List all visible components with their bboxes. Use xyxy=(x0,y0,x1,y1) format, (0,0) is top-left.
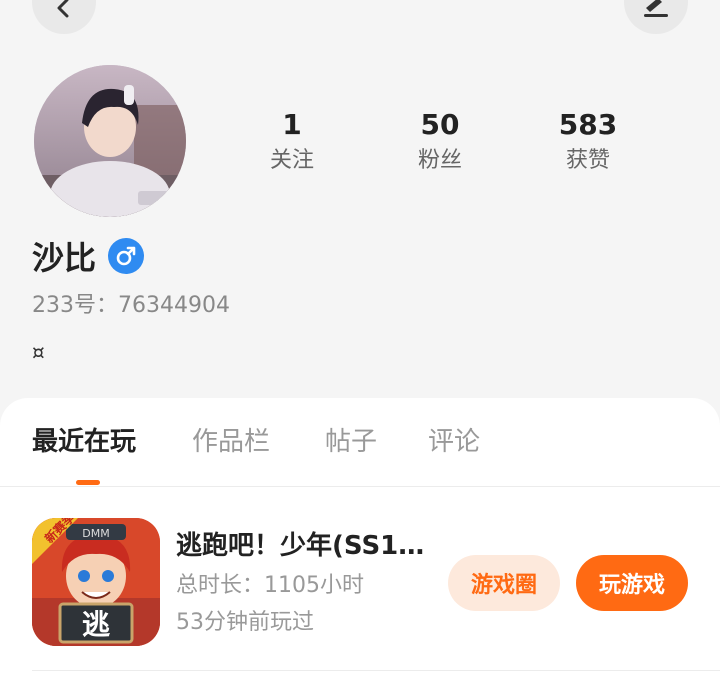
chevron-left-icon xyxy=(57,0,69,18)
tab-recently-played[interactable]: 最近在玩 xyxy=(32,424,136,460)
game-icon-brand: DMM xyxy=(82,527,109,540)
profile-page: 1 关注 50 粉丝 583 获赞 沙比 233号：76344904 ¤ 最近在… xyxy=(0,0,720,678)
user-id: 233号：76344904 xyxy=(32,293,230,318)
game-duration: 总时长：1105小时 xyxy=(176,573,364,598)
game-title[interactable]: 逃跑吧！少年(SS1… xyxy=(176,528,428,564)
avatar[interactable] xyxy=(34,65,186,217)
stat-likes[interactable]: 583 获赞 xyxy=(528,108,648,176)
stat-likes-label: 获赞 xyxy=(565,148,610,173)
edit-profile-button[interactable] xyxy=(624,0,688,34)
tab-bar: 最近在玩 作品栏 帖子 评论 xyxy=(0,398,720,487)
stat-fans[interactable]: 50 粉丝 xyxy=(380,108,500,176)
stat-fans-value: 50 xyxy=(420,108,460,141)
game-icon-art: DMM 逃 新赛季 xyxy=(32,518,160,646)
row-divider xyxy=(32,670,720,671)
tab-comments[interactable]: 评论 xyxy=(428,424,480,460)
game-icon-char: 逃 xyxy=(82,608,110,641)
edit-icon xyxy=(644,0,668,17)
stat-following[interactable]: 1 关注 xyxy=(232,108,352,176)
stat-following-value: 1 xyxy=(282,108,302,141)
game-icon[interactable]: DMM 逃 新赛季 xyxy=(32,518,160,646)
back-button[interactable] xyxy=(32,0,96,34)
play-game-button[interactable]: 玩游戏 xyxy=(576,555,688,611)
content-card: 最近在玩 作品栏 帖子 评论 DMM 逃 新赛季 逃跑吧！少年(SS1… 总时长… xyxy=(0,398,720,678)
name-row: 沙比 xyxy=(32,234,145,278)
user-name: 沙比 xyxy=(32,239,97,277)
tab-works[interactable]: 作品栏 xyxy=(192,424,270,460)
stat-following-label: 关注 xyxy=(269,148,314,173)
game-last-played: 53分钟前玩过 xyxy=(176,610,314,635)
male-icon xyxy=(108,238,145,274)
active-tab-indicator xyxy=(76,480,100,485)
tab-posts[interactable]: 帖子 xyxy=(325,424,377,460)
stat-fans-label: 粉丝 xyxy=(417,148,462,173)
game-circle-button[interactable]: 游戏圈 xyxy=(448,555,560,611)
user-bio: ¤ xyxy=(32,340,45,364)
stat-likes-value: 583 xyxy=(558,108,618,141)
avatar-image xyxy=(34,65,186,217)
